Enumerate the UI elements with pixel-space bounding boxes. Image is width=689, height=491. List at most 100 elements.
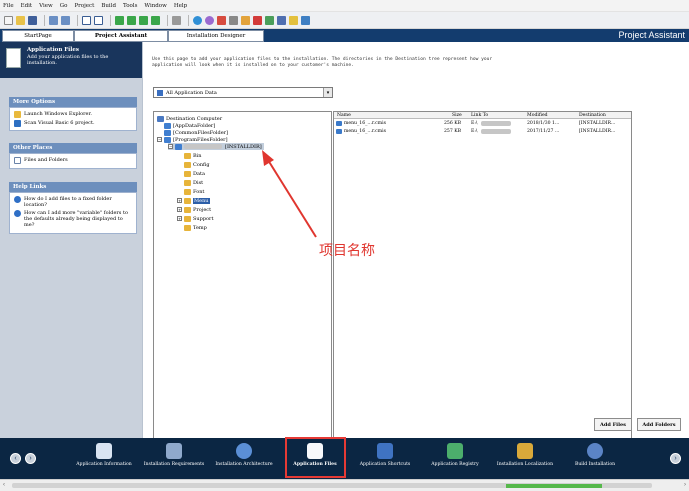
menu-window[interactable]: Window	[144, 3, 166, 9]
tree-node-label: [AppDataFolder]	[173, 122, 216, 129]
tree-node-temp[interactable]: Temp	[184, 224, 207, 231]
folder-icon	[184, 206, 191, 213]
scan-vb6-link[interactable]: Scan Visual Basic 6 project.	[14, 120, 132, 127]
tree-node-config[interactable]: Config	[184, 161, 210, 168]
menu-build[interactable]: Build	[101, 3, 116, 9]
tree-node-destination-computer[interactable]: Destination Computer	[157, 115, 222, 122]
alert-icon[interactable]	[253, 15, 262, 25]
folder-icon	[184, 152, 191, 159]
arrow-up-icon[interactable]	[115, 15, 124, 25]
column-header-size[interactable]: Size	[452, 112, 462, 119]
tree-node-programfilesfolder[interactable]: − [ProgramFilesFolder]	[157, 136, 228, 143]
monitor-icon[interactable]	[301, 15, 310, 25]
run-icon[interactable]	[265, 15, 274, 25]
help-link-variable-folders[interactable]: How can I add more "variable" folders to…	[14, 210, 132, 228]
back-icon[interactable]: ‹	[10, 453, 21, 464]
step-application-shortcuts[interactable]: Application Shortcuts	[352, 441, 418, 478]
expand-icon[interactable]: +	[177, 198, 182, 203]
tree-node-label: Dist	[193, 179, 204, 186]
tree-node-dist[interactable]: Dist	[184, 179, 203, 186]
properties-icon[interactable]	[172, 15, 181, 25]
folder-icon	[184, 197, 191, 204]
more-options-header[interactable]: More Options	[9, 97, 137, 107]
build-icon[interactable]	[241, 15, 250, 25]
help-links-header[interactable]: Help Links	[9, 182, 137, 192]
add-files-button[interactable]: Add Files	[594, 418, 632, 431]
tree-node-bin[interactable]: Bin	[184, 152, 202, 159]
panel-icon[interactable]	[94, 15, 103, 25]
menu-edit[interactable]: Edit	[21, 3, 33, 9]
tab-installation-designer[interactable]: Installation Designer	[168, 30, 264, 42]
destination-tree[interactable]: Destination Computer [AppDataFolder] [Co…	[153, 111, 332, 451]
folder-icon	[164, 136, 171, 143]
step-build-installation[interactable]: Build Installation	[562, 441, 628, 478]
new-icon[interactable]	[4, 15, 13, 25]
document-tab-bar: StartPage Project Assistant Installation…	[0, 29, 689, 42]
step-application-information[interactable]: Application Information	[71, 441, 137, 478]
file-row[interactable]: menu_16_…r.cmis 256 KB E:\ 2018/1/30 1..…	[334, 120, 631, 127]
chart-icon[interactable]	[217, 15, 226, 25]
arrow-left-icon[interactable]	[139, 15, 148, 25]
tree-node-label: Font	[193, 188, 205, 195]
tree-node-font[interactable]: Font	[184, 188, 204, 195]
menu-file[interactable]: File	[3, 3, 14, 9]
chevron-down-icon[interactable]: ▾	[323, 88, 332, 97]
view-filter-select[interactable]: All Application Data ▾	[153, 87, 333, 98]
tools-icon[interactable]	[229, 15, 238, 25]
tree-node-data[interactable]: Data	[184, 170, 205, 177]
tree-node-label: Menu	[193, 197, 210, 204]
collapse-icon[interactable]: −	[157, 137, 162, 142]
step-installation-architecture[interactable]: Installation Architecture	[211, 441, 277, 478]
tree-node-menu[interactable]: + Menu	[177, 197, 210, 204]
tree-node-commonfilesfolder[interactable]: [CommonFilesFolder]	[164, 129, 228, 136]
expand-icon[interactable]: +	[177, 207, 182, 212]
tab-project-assistant[interactable]: Project Assistant	[74, 30, 168, 42]
tree-node-label: [ProgramFilesFolder]	[173, 136, 228, 143]
column-header-modified[interactable]: Modified	[527, 112, 548, 119]
step-installation-localization[interactable]: Installation Localization	[492, 441, 558, 478]
column-header-link-to[interactable]: Link To	[471, 112, 488, 119]
file-list[interactable]: Name Size Link To Modified Destination m…	[333, 111, 632, 451]
menu-tools[interactable]: Tools	[123, 3, 137, 9]
next-icon[interactable]: ›	[670, 453, 681, 464]
menu-go[interactable]: Go	[60, 3, 68, 9]
expand-icon[interactable]: +	[177, 216, 182, 221]
collapse-icon[interactable]: −	[168, 144, 173, 149]
undo-icon[interactable]	[49, 15, 58, 25]
menu-view[interactable]: View	[39, 3, 53, 9]
column-header-name[interactable]: Name	[337, 112, 351, 119]
help-links-panel: How do I add files to a fixed folder loc…	[9, 192, 137, 234]
debug-icon[interactable]	[277, 15, 286, 25]
step-installation-requirements[interactable]: Installation Requirements	[141, 441, 207, 478]
menu-help[interactable]: Help	[174, 3, 187, 9]
add-folders-button[interactable]: Add Folders	[637, 418, 681, 431]
arrow-down-icon[interactable]	[127, 15, 136, 25]
other-places-header[interactable]: Other Places	[9, 143, 137, 153]
column-header-destination[interactable]: Destination	[579, 112, 606, 119]
file-row[interactable]: menu_16_…r.cmis 257 KB E:\ 2017/11/27 ..…	[334, 128, 631, 135]
window-icon[interactable]	[82, 15, 91, 25]
tree-node-support[interactable]: + Support	[177, 215, 213, 222]
help-link-fixed-folder[interactable]: How do I add files to a fixed folder loc…	[14, 196, 132, 208]
menu-project[interactable]: Project	[74, 3, 94, 9]
file-size: 256 KB	[444, 121, 462, 126]
step-application-registry[interactable]: Application Registry	[422, 441, 488, 478]
scroll-left-icon[interactable]: ‹	[3, 482, 5, 488]
file-name: menu_16_…r.cmis	[344, 121, 386, 126]
tab-start-page[interactable]: StartPage	[2, 30, 74, 42]
open-icon[interactable]	[16, 15, 25, 25]
forward-icon[interactable]: ›	[25, 453, 36, 464]
tree-node-project[interactable]: + Project	[177, 206, 211, 213]
launch-explorer-link[interactable]: Launch Windows Explorer.	[14, 111, 132, 118]
save-icon[interactable]	[28, 15, 37, 25]
tree-node-installdir[interactable]: − [INSTALLDIR]	[168, 143, 264, 150]
redo-icon[interactable]	[61, 15, 70, 25]
scroll-right-icon[interactable]: ›	[684, 482, 686, 488]
globe-icon[interactable]	[193, 15, 202, 25]
media-icon[interactable]	[289, 15, 298, 25]
tree-node-appdatafolder[interactable]: [AppDataFolder]	[164, 122, 215, 129]
files-folders-link[interactable]: Files and Folders	[14, 157, 132, 164]
file-icon	[336, 129, 342, 134]
arrow-right-icon[interactable]	[151, 15, 160, 25]
settings-icon[interactable]	[205, 15, 214, 25]
